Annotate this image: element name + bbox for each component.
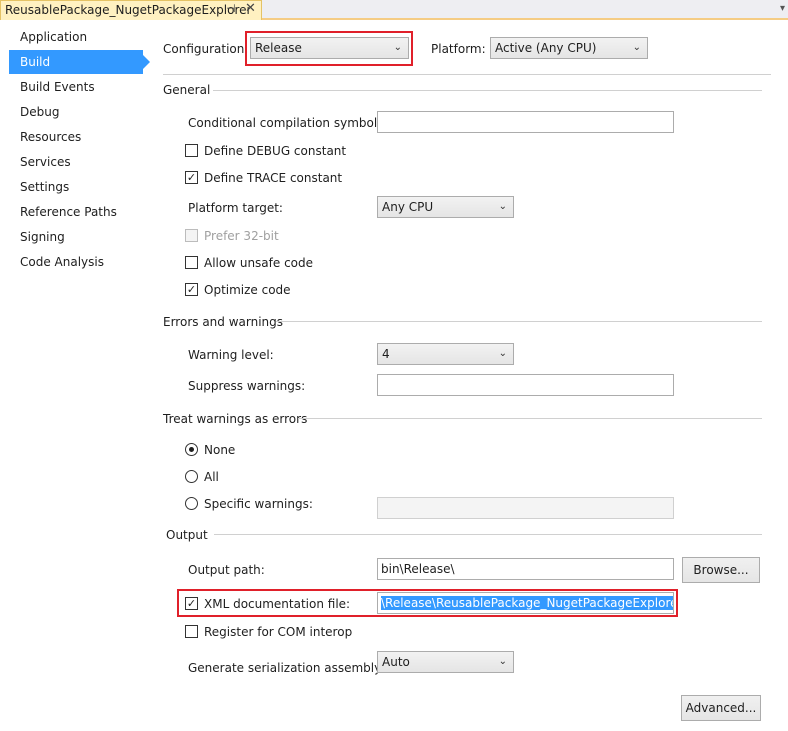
define-trace-label: Define TRACE constant <box>204 171 343 185</box>
chevron-down-icon: ⌄ <box>632 42 641 53</box>
chevron-down-icon: ⌄ <box>498 201 507 212</box>
platform-select[interactable]: Active (Any CPU) ⌄ <box>490 37 648 59</box>
treat-specific-radio[interactable] <box>185 497 198 510</box>
suppress-warnings-label: Suppress warnings: <box>188 379 306 393</box>
advanced-button[interactable]: Advanced... <box>681 695 761 721</box>
chevron-down-icon: ⌄ <box>393 42 402 53</box>
platform-value: Active (Any CPU) <box>495 41 597 55</box>
chevron-down-icon: ⌄ <box>498 656 507 667</box>
platform-target-value: Any CPU <box>382 200 434 214</box>
xml-doc-checkbox[interactable]: ✓ <box>185 597 198 610</box>
treat-warnings-section-header: Treat warnings as errors <box>163 412 308 426</box>
close-icon[interactable]: ✕ <box>245 0 256 18</box>
config-divider <box>163 74 771 75</box>
conditional-symbols-input[interactable] <box>377 111 674 133</box>
define-debug-label: Define DEBUG constant <box>204 144 347 158</box>
prefer-32bit-checkbox <box>185 229 198 242</box>
output-path-input[interactable]: bin\Release\ <box>377 558 674 580</box>
output-path-label: Output path: <box>188 563 265 577</box>
sidebar-item-build-events[interactable]: Build Events <box>9 75 143 99</box>
treat-none-label: None <box>204 443 236 457</box>
warning-level-select[interactable]: 4 ⌄ <box>377 343 514 365</box>
com-interop-checkbox[interactable] <box>185 625 198 638</box>
tab-overflow-dropdown-icon[interactable]: ▾ <box>780 0 785 18</box>
serialization-value: Auto <box>382 655 410 669</box>
document-tab-strip: ReusablePackage_NugetPackageExplorer ⊣ ✕… <box>0 0 788 20</box>
com-interop-label: Register for COM interop <box>204 625 353 639</box>
xml-doc-label: XML documentation file: <box>204 597 351 611</box>
define-debug-checkbox[interactable] <box>185 144 198 157</box>
general-divider <box>213 90 762 91</box>
suppress-warnings-input[interactable] <box>377 374 674 396</box>
chevron-down-icon: ⌄ <box>498 348 507 359</box>
sidebar-item-resources[interactable]: Resources <box>9 125 143 149</box>
errors-section-header: Errors and warnings <box>163 315 284 329</box>
treat-all-label: All <box>204 470 219 484</box>
configuration-select[interactable]: Release ⌄ <box>250 37 409 59</box>
xml-doc-input[interactable]: \Release\ReusablePackage_NugetPackageExp… <box>377 592 674 614</box>
general-section-header: General <box>163 83 211 97</box>
sidebar-item-settings[interactable]: Settings <box>9 175 143 199</box>
pin-icon[interactable]: ⊣ <box>226 0 236 18</box>
sidebar-item-reference-paths[interactable]: Reference Paths <box>9 200 143 224</box>
warning-level-label: Warning level: <box>188 348 274 362</box>
output-divider <box>214 534 762 535</box>
xml-doc-value: \Release\ReusablePackage_NugetPackageExp… <box>381 596 673 610</box>
treat-specific-label: Specific warnings: <box>204 497 313 511</box>
treat-warnings-divider <box>298 418 762 419</box>
document-tab[interactable]: ReusablePackage_NugetPackageExplorer <box>0 0 262 20</box>
configuration-value: Release <box>255 41 302 55</box>
optimize-code-checkbox[interactable]: ✓ <box>185 283 198 296</box>
sidebar-item-build[interactable]: Build <box>9 50 150 74</box>
errors-divider <box>276 321 762 322</box>
serialization-label: Generate serialization assembly: <box>188 661 385 675</box>
allow-unsafe-checkbox[interactable] <box>185 256 198 269</box>
browse-button[interactable]: Browse... <box>682 557 760 583</box>
platform-label: Platform: <box>431 42 486 56</box>
output-section-header: Output <box>166 528 208 542</box>
serialization-select[interactable]: Auto ⌄ <box>377 651 514 673</box>
optimize-code-label: Optimize code <box>204 283 291 297</box>
specific-warnings-input <box>377 497 674 519</box>
warning-level-value: 4 <box>382 347 390 361</box>
define-trace-checkbox[interactable]: ✓ <box>185 171 198 184</box>
platform-target-select[interactable]: Any CPU ⌄ <box>377 196 514 218</box>
conditional-symbols-label: Conditional compilation symbols: <box>188 116 388 130</box>
sidebar-item-debug[interactable]: Debug <box>9 100 143 124</box>
configuration-label: Configuration: <box>163 42 249 56</box>
sidebar-item-signing[interactable]: Signing <box>9 225 143 249</box>
platform-target-label: Platform target: <box>188 201 283 215</box>
sidebar-item-services[interactable]: Services <box>9 150 143 174</box>
sidebar-item-code-analysis[interactable]: Code Analysis <box>9 250 143 274</box>
treat-none-radio[interactable] <box>185 443 198 456</box>
sidebar-item-application[interactable]: Application <box>9 25 143 49</box>
project-properties-sidebar: Application Build Build Events Debug Res… <box>0 22 150 731</box>
treat-all-radio[interactable] <box>185 470 198 483</box>
prefer-32bit-label: Prefer 32-bit <box>204 229 279 243</box>
document-tab-title: ReusablePackage_NugetPackageExplorer <box>5 3 252 17</box>
allow-unsafe-label: Allow unsafe code <box>204 256 314 270</box>
